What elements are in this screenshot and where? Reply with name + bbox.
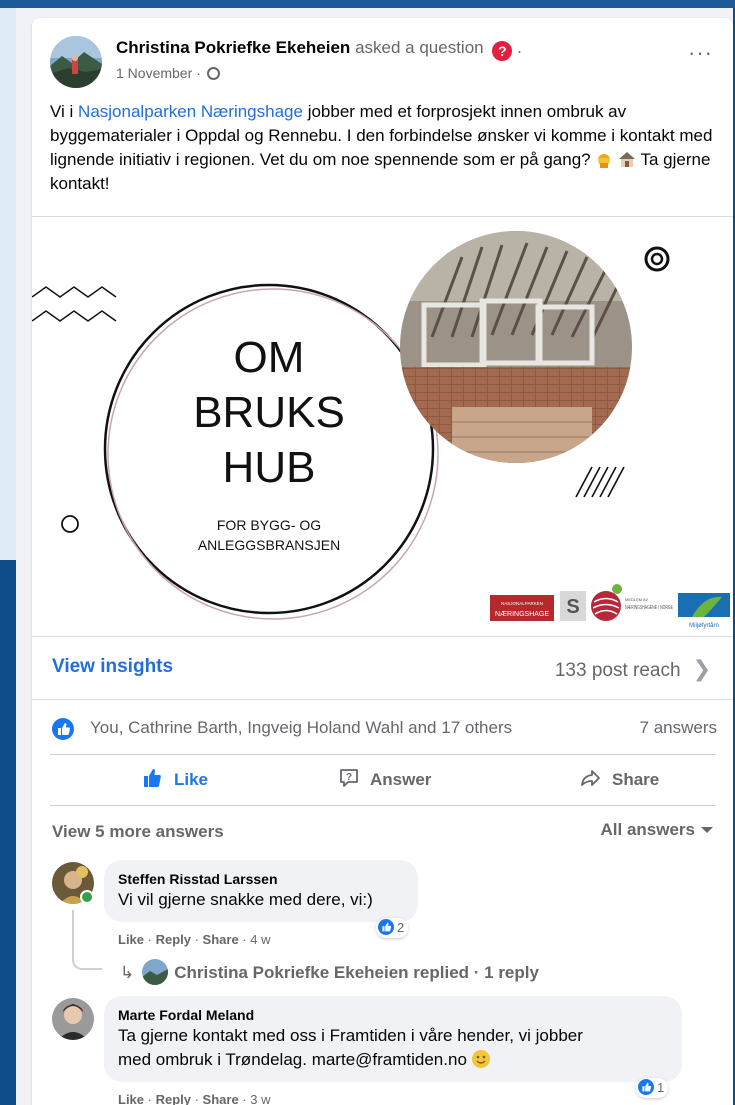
svg-text:Miljøfyrtårn: Miljøfyrtårn (689, 622, 719, 629)
naeringshage-logo: NASJONALPARKEN NÆRINGSHAGE (490, 595, 554, 621)
share-arrow-icon (581, 770, 600, 786)
online-status-indicator (80, 890, 94, 904)
replier-avatar (142, 959, 169, 985)
author-name[interactable]: Christina Pokriefke Ekeheien (116, 38, 350, 57)
svg-text:NASJONALPARKEN: NASJONALPARKEN (501, 601, 543, 606)
like-reaction-icon (638, 1079, 654, 1095)
svg-text:NÆRINGSHAGE: NÆRINGSHAGE (495, 611, 549, 618)
left-background-panel-dark (0, 560, 16, 1105)
construction-worker-emoji-icon (598, 154, 611, 168)
post-card: Christina Pokriefke Ekeheien asked a que… (32, 18, 733, 1105)
like-button[interactable]: Like (142, 755, 208, 805)
comment-bubble: Steffen Risstad Larssen Vi vil gjerne sn… (104, 860, 418, 922)
reply-arrow-icon: ↳ (120, 963, 135, 982)
answer-label: Answer (370, 770, 432, 789)
like-reaction-icon (378, 919, 394, 935)
comment-like-link[interactable]: Like (118, 1092, 144, 1105)
thumbs-up-icon (144, 769, 161, 787)
post-reach[interactable]: 133 post reach ❯ (555, 656, 711, 682)
ring-decoration (644, 246, 670, 272)
question-bubble-icon: ? (340, 769, 358, 787)
comment-text-line-1: Ta gjerne kontakt med oss i Framtiden i … (118, 1026, 583, 1045)
svg-text:NÆRINGSHAGENE I NORGE: NÆRINGSHAGENE I NORGE (625, 605, 673, 611)
small-circle-decoration (61, 515, 79, 533)
zigzag-decoration (32, 286, 117, 298)
comment-age[interactable]: 4 w (250, 932, 270, 947)
top-background-bar (0, 0, 735, 8)
author-avatar[interactable] (50, 36, 102, 88)
post-reach-text: 133 post reach (554, 660, 681, 681)
chevron-right-icon: ❯ (692, 656, 711, 681)
share-button[interactable]: Share (580, 755, 659, 805)
svg-text:S: S (566, 596, 579, 618)
replies-link[interactable]: ↳ Christina Pokriefke Ekeheien replied · … (120, 959, 539, 985)
like-label: Like (174, 770, 209, 789)
view-more-answers-link[interactable]: View 5 more answers (52, 822, 224, 842)
naeringshagene-i-norge-logo: MEDLEM AV NÆRINGSHAGENE I NORGE (591, 584, 673, 621)
answers-filter-label: All answers (600, 820, 696, 839)
insights-row: View insights 133 post reach ❯ (32, 638, 733, 700)
miljofyrtarn-logo: Miljøfyrtårn (678, 593, 730, 629)
commenter-name[interactable]: Marte Fordal Meland (118, 1006, 668, 1024)
comment-reply-link[interactable]: Reply (156, 1092, 191, 1105)
like-reaction-icon (52, 718, 74, 740)
comment-actions: Like · Reply · Share · 4 w (118, 932, 271, 947)
answers-filter-dropdown[interactable]: All answers (600, 820, 713, 840)
house-emoji-icon (619, 152, 636, 167)
page-link[interactable]: Nasjonalparken Næringshage (78, 102, 303, 121)
ombrukshub-graphic: OM BRUKS HUB FOR BYGG- OG ANLEGGSBRANSJE… (32, 231, 730, 629)
post-body: Vi i Nasjonalparken Næringshage jobber m… (50, 100, 722, 196)
comment-text-line-2: med ombruk i Trøndelag. marte@framtiden.… (118, 1048, 668, 1072)
share-label: Share (612, 770, 660, 789)
smiley-emoji-icon (471, 1050, 490, 1068)
reaction-count: 2 (397, 920, 405, 935)
more-options-icon[interactable]: ··· (688, 42, 713, 64)
left-background-panel (0, 8, 16, 560)
post-header: Christina Pokriefke Ekeheien asked a que… (32, 18, 733, 92)
graphic-title-om: OM (234, 333, 305, 382)
comment-text: Vi vil gjerne snakke med dere, vi:) (118, 890, 373, 909)
comment-bubble: Marte Fordal Meland Ta gjerne kontakt me… (104, 996, 682, 1082)
comment-share-link[interactable]: Share (203, 1092, 239, 1105)
svg-text:?: ? (346, 772, 352, 783)
post-date[interactable]: 1 November (116, 65, 192, 81)
commenter-avatar[interactable] (52, 998, 94, 1040)
reactors-list[interactable]: You, Cathrine Barth, Ingveig Holand Wahl… (90, 718, 512, 738)
commenter-name[interactable]: Steffen Risstad Larssen (118, 870, 404, 888)
comment-share-link[interactable]: Share (203, 932, 239, 947)
thread-connector-line (72, 910, 102, 970)
reaction-count: 1 (657, 1080, 665, 1095)
s-logo: S (560, 591, 586, 621)
question-icon: ? (492, 41, 513, 61)
post-text-start: Vi i (50, 102, 79, 121)
comment-age[interactable]: 3 w (250, 1092, 270, 1105)
materials-photo (400, 231, 632, 463)
comment-reply-link[interactable]: Reply (156, 932, 191, 947)
graphic-subtitle-1: FOR BYGG- OG (217, 517, 321, 533)
globe-icon (206, 67, 220, 80)
comment-reaction-count[interactable]: 2 (376, 918, 409, 938)
post-meta: 1 November · (116, 65, 220, 81)
comment-actions: Like · Reply · Share · 3 w (118, 1092, 271, 1105)
answer-button[interactable]: ? Answer (338, 755, 431, 805)
graphic-title-hub: HUB (223, 443, 316, 492)
slash-decoration (575, 466, 625, 498)
view-insights-link[interactable]: View insights (52, 656, 173, 678)
answers-count[interactable]: 7 answers (640, 718, 717, 738)
graphic-title-bruks: BRUKS (193, 388, 345, 437)
reactions-row: You, Cathrine Barth, Ingveig Holand Wahl… (32, 700, 733, 754)
post-action-text: asked a question (355, 38, 484, 57)
svg-text:MEDLEM AV: MEDLEM AV (625, 597, 648, 602)
author-line: Christina Pokriefke Ekeheien asked a que… (116, 38, 522, 61)
post-image[interactable]: OM BRUKS HUB FOR BYGG- OG ANLEGGSBRANSJE… (32, 216, 733, 637)
comment-like-link[interactable]: Like (118, 932, 144, 947)
replies-text: Christina Pokriefke Ekeheien replied · 1… (174, 963, 539, 982)
caret-down-icon (701, 827, 713, 833)
comment-reaction-count[interactable]: 1 (636, 1078, 669, 1098)
action-bar: Like ? Answer Share (50, 754, 716, 806)
graphic-subtitle-2: ANLEGGSBRANSJEN (198, 537, 340, 553)
